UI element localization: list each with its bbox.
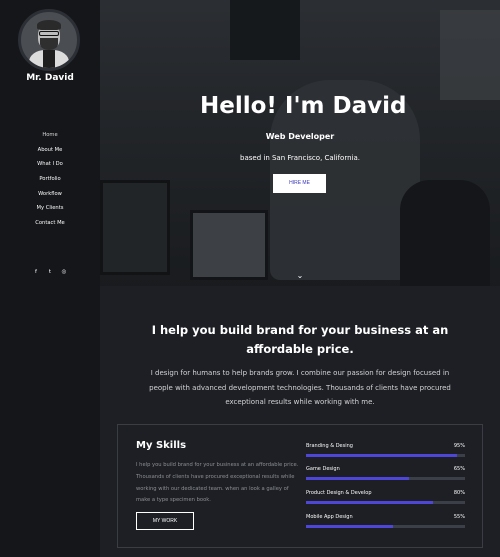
my-work-button[interactable]: MY WORK — [136, 512, 194, 530]
profile-name: Mr. David — [26, 73, 74, 83]
hire-me-button[interactable]: HIRE ME — [273, 174, 326, 193]
twitter-icon[interactable]: t — [46, 269, 54, 275]
nav-item-my-clients[interactable]: My Clients — [0, 201, 100, 216]
hero-title: Hello! I'm David — [200, 93, 407, 119]
hero-section: Hello! I'm David Web Developer based in … — [100, 0, 500, 286]
skill-label: Game Design — [306, 466, 340, 472]
hero-role: Web Developer — [265, 132, 335, 141]
skill-progress-bar — [306, 454, 465, 457]
skills-title: My Skills — [136, 440, 187, 451]
skill-progress-bar — [306, 525, 465, 528]
nav-item-what-i-do[interactable]: What I Do — [0, 157, 100, 172]
skill-progress-fill — [306, 477, 410, 480]
skill-label: Branding & Desing — [306, 443, 353, 449]
nav-item-portfolio[interactable]: Portfolio — [0, 172, 100, 187]
skill-progress-fill — [306, 525, 394, 528]
social-links: f t ◎ — [0, 269, 100, 275]
nav-item-workflow[interactable]: Workflow — [0, 187, 100, 202]
skill-item: Branding & Desing 95% — [306, 443, 465, 457]
skill-percent: 80% — [453, 490, 465, 496]
nav-item-contact-me[interactable]: Contact Me — [0, 216, 100, 231]
facebook-icon[interactable]: f — [32, 269, 40, 275]
skill-item: Mobile App Design 55% — [306, 514, 465, 528]
about-text: I design for humans to help brands grow.… — [149, 369, 451, 406]
dribbble-icon[interactable]: ◎ — [60, 269, 68, 275]
sidebar: Mr. David Home About Me What I Do Portfo… — [0, 0, 100, 557]
hero-location: based in San Francisco, California. — [240, 154, 360, 162]
skill-label: Product Design & Develop — [306, 490, 372, 496]
avatar — [18, 9, 80, 71]
nav-item-home[interactable]: Home — [0, 128, 100, 143]
skill-label: Mobile App Design — [306, 514, 353, 520]
nav-item-about-me[interactable]: About Me — [0, 143, 100, 158]
skills-description: I help you build brand for your business… — [136, 462, 299, 504]
skill-percent: 55% — [453, 514, 465, 520]
scroll-down-icon[interactable]: ⌄ — [295, 271, 305, 280]
about-heading: I help you build brand for your business… — [151, 323, 449, 356]
skill-progress-bar — [306, 501, 465, 504]
skill-percent: 95% — [453, 443, 465, 449]
skill-percent: 65% — [453, 466, 465, 472]
skill-item: Game Design 65% — [306, 466, 465, 480]
skill-progress-fill — [306, 501, 434, 504]
main-nav: Home About Me What I Do Portfolio Workfl… — [0, 128, 100, 231]
skill-progress-fill — [306, 454, 458, 457]
skill-item: Product Design & Develop 80% — [306, 490, 465, 504]
skills-card: My Skills I help you build brand for you… — [117, 424, 483, 548]
skill-progress-bar — [306, 477, 465, 480]
